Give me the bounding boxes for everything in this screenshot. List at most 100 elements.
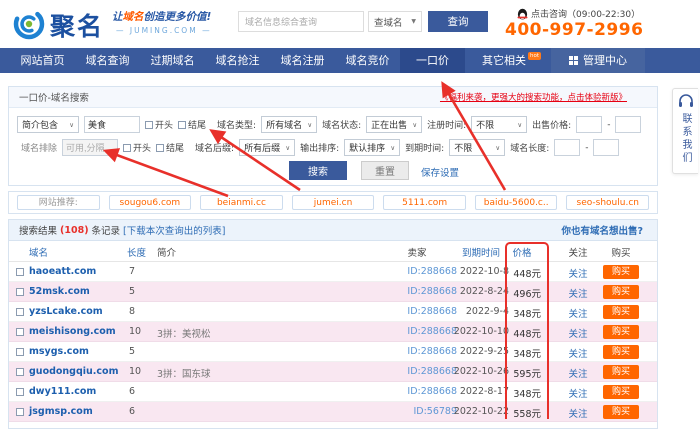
row-checkbox[interactable] xyxy=(16,388,24,396)
col-expire[interactable]: 到期时间 xyxy=(453,245,509,259)
qq-icon xyxy=(517,8,528,20)
nav-expired-domains[interactable]: 过期域名 xyxy=(140,48,205,73)
ends-with-checkbox[interactable]: 结尾 xyxy=(178,118,206,131)
price-value: 348元 xyxy=(503,306,541,320)
domain-link[interactable]: dwy111.com xyxy=(29,386,96,397)
buy-button[interactable]: 购买 xyxy=(603,305,639,319)
starts-with-checkbox-2[interactable]: 开头 xyxy=(123,141,151,154)
order-select[interactable]: 默认排序∨ xyxy=(344,139,400,156)
recommend-site[interactable]: 5111.com xyxy=(383,195,466,210)
domain-length: 6 xyxy=(129,386,135,397)
length-max-input[interactable] xyxy=(593,139,619,156)
follow-link[interactable]: 关注 xyxy=(561,386,595,400)
recommend-site[interactable]: jumei.cn xyxy=(292,195,375,210)
nav-others[interactable]: 其它相关 hot xyxy=(465,48,543,73)
domain-status-select[interactable]: 正在出售∨ xyxy=(366,116,422,133)
price-value: 348元 xyxy=(503,386,541,400)
seller-id[interactable]: ID:288668 xyxy=(377,326,457,337)
recommend-site[interactable]: sougou6.com xyxy=(109,195,192,210)
seller-id[interactable]: ID:288668 xyxy=(377,266,457,277)
download-list-link[interactable]: [下载本次查询出的列表] xyxy=(123,223,225,237)
follow-link[interactable]: 关注 xyxy=(561,406,595,420)
length-min-input[interactable] xyxy=(554,139,580,156)
price-max-input[interactable] xyxy=(615,116,641,133)
col-length[interactable]: 长度 xyxy=(127,245,146,259)
reg-time-label: 注册时间: xyxy=(427,118,466,131)
recommend-site[interactable]: beianmi.cc xyxy=(200,195,283,210)
checkbox-icon xyxy=(123,144,131,152)
sell-domain-link[interactable]: 你也有域名想出售? xyxy=(561,223,643,237)
suffix-select[interactable]: 所有后缀∨ xyxy=(239,139,295,156)
price-min-input[interactable] xyxy=(576,116,602,133)
buy-button[interactable]: 购买 xyxy=(603,405,639,419)
col-follow: 关注 xyxy=(561,245,595,259)
follow-link[interactable]: 关注 xyxy=(561,366,595,380)
follow-link[interactable]: 关注 xyxy=(561,266,595,280)
seller-id[interactable]: ID:56789 xyxy=(377,406,457,417)
seller-id[interactable]: ID:288668 xyxy=(377,366,457,377)
results-panel: 搜索结果 (108) 条记录 [下载本次查询出的列表] 你也有域名想出售? 域名… xyxy=(8,219,658,429)
reg-time-select[interactable]: 不限∨ xyxy=(471,116,527,133)
nav-backorder[interactable]: 域名抢注 xyxy=(205,48,270,73)
search-type-select[interactable]: 查域名 ▼ xyxy=(368,11,422,32)
hot-badge: hot xyxy=(528,52,541,60)
keyword-input[interactable] xyxy=(84,116,140,133)
table-row: 52msk.com 5 ID:288668 2022-8-24 496元 关注 … xyxy=(9,282,657,302)
row-checkbox[interactable] xyxy=(16,288,24,296)
domain-link[interactable]: haoeatt.com xyxy=(29,266,96,277)
domain-link[interactable]: msygs.com xyxy=(29,346,89,357)
buy-button[interactable]: 购买 xyxy=(603,365,639,379)
nav-domain-query[interactable]: 域名查询 xyxy=(75,48,140,73)
table-row: msygs.com 5 ID:288668 2022-9-25 348元 关注 … xyxy=(9,342,657,362)
buy-button[interactable]: 购买 xyxy=(603,285,639,299)
buy-button[interactable]: 购买 xyxy=(603,325,639,339)
seller-id[interactable]: ID:288668 xyxy=(377,346,457,357)
follow-link[interactable]: 关注 xyxy=(561,286,595,300)
reset-button[interactable]: 重置 xyxy=(361,161,409,180)
buy-button[interactable]: 购买 xyxy=(603,265,639,279)
row-checkbox[interactable] xyxy=(16,308,24,316)
expire-date: 2022-9-25 xyxy=(453,346,509,357)
save-settings-link[interactable]: 保存设置 xyxy=(421,165,459,179)
row-checkbox[interactable] xyxy=(16,268,24,276)
nav-home[interactable]: 网站首页 xyxy=(10,48,75,73)
starts-with-checkbox[interactable]: 开头 xyxy=(145,118,173,131)
expire-time-select[interactable]: 不限∨ xyxy=(449,139,505,156)
col-price[interactable]: 价格 xyxy=(503,245,541,259)
domain-link[interactable]: guodongqiu.com xyxy=(29,366,118,377)
domain-link[interactable]: meishisong.com xyxy=(29,326,116,337)
seller-id[interactable]: ID:288668 xyxy=(377,306,457,317)
seller-id[interactable]: ID:288668 xyxy=(377,386,457,397)
recommend-site[interactable]: baidu-5600.c.. xyxy=(475,195,558,210)
row-checkbox[interactable] xyxy=(16,328,24,336)
domain-link[interactable]: 52msk.com xyxy=(29,286,90,297)
intro-mode-select[interactable]: 简介包含∨ xyxy=(17,116,79,133)
nav-admin-center[interactable]: 管理中心 xyxy=(551,48,645,73)
follow-link[interactable]: 关注 xyxy=(561,326,595,340)
promo-link[interactable]: 《福利来袭，更强大的搜索功能，点击体验新版》 xyxy=(440,91,627,103)
domain-link[interactable]: jsgmsp.com xyxy=(29,406,93,417)
nav-auction[interactable]: 域名竞价 xyxy=(335,48,400,73)
domain-link[interactable]: yzsLcake.com xyxy=(29,306,103,317)
follow-link[interactable]: 关注 xyxy=(561,306,595,320)
recommend-site[interactable]: seo-shoulu.cn xyxy=(566,195,649,210)
row-checkbox[interactable] xyxy=(16,408,24,416)
domain-search-input[interactable] xyxy=(238,11,364,32)
domain-type-select[interactable]: 所有域名∨ xyxy=(261,116,317,133)
exclude-input[interactable] xyxy=(62,139,118,156)
nav-register[interactable]: 域名注册 xyxy=(270,48,335,73)
nav-buy-now[interactable]: 一口价 xyxy=(400,48,465,73)
ends-with-checkbox-2[interactable]: 结尾 xyxy=(156,141,184,154)
contact-us-widget[interactable]: 联系我们 xyxy=(672,88,698,174)
row-checkbox[interactable] xyxy=(16,368,24,376)
row-checkbox[interactable] xyxy=(16,348,24,356)
seller-id[interactable]: ID:288668 xyxy=(377,286,457,297)
follow-link[interactable]: 关注 xyxy=(561,346,595,360)
consult-line[interactable]: 点击咨询（09:00-22:30） xyxy=(517,7,640,20)
grid-icon xyxy=(569,56,578,65)
search-button[interactable]: 搜索 xyxy=(289,161,347,180)
search-query-button[interactable]: 查询 xyxy=(428,11,488,32)
col-domain[interactable]: 域名 xyxy=(29,245,48,259)
buy-button[interactable]: 购买 xyxy=(603,345,639,359)
buy-button[interactable]: 购买 xyxy=(603,385,639,399)
